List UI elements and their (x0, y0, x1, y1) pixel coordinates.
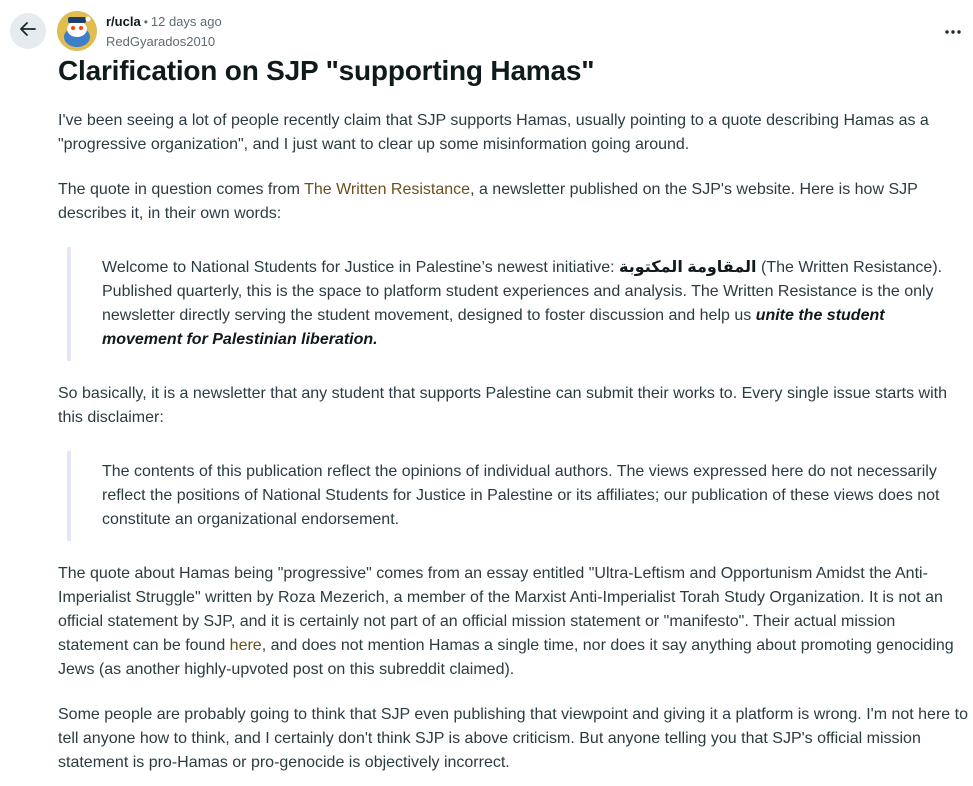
paragraph-essay: The quote about Hamas being "progressive… (58, 562, 968, 682)
paragraph-source-text-a: The quote in question comes from (58, 181, 305, 198)
more-horizontal-icon (945, 21, 961, 39)
paragraph-conclusion: Some people are probably going to think … (58, 706, 968, 771)
post-timestamp: 12 days ago (150, 14, 222, 29)
back-button[interactable] (10, 13, 46, 49)
arrow-left-icon (18, 19, 38, 44)
paragraph-source: The quote in question comes from The Wri… (58, 178, 968, 226)
blockquote-disclaimer: The contents of this publication reflect… (67, 451, 968, 541)
post-body: I've been seeing a lot of people recentl… (58, 109, 968, 786)
meta-separator: • (143, 15, 148, 29)
paragraph-intro: I've been seeing a lot of people recentl… (58, 112, 929, 153)
post-title: Clarification on SJP "supporting Hamas" (58, 55, 595, 86)
paragraph-newsletter: So basically, it is a newsletter that an… (58, 385, 947, 426)
written-resistance-link[interactable]: The Written Resistance (304, 181, 470, 198)
blockquote-description: Welcome to National Students for Justice… (67, 247, 968, 361)
more-options-button[interactable] (943, 20, 963, 40)
quote-description-text: Welcome to National Students for Justice… (102, 256, 968, 352)
quote-disclaimer-text: The contents of this publication reflect… (102, 463, 940, 528)
arabic-title: المقاومة المكتوبة (619, 259, 757, 276)
author-username[interactable]: RedGyarados2010 (106, 32, 222, 51)
user-avatar-icon[interactable] (57, 11, 97, 51)
subreddit-link[interactable]: r/ucla (106, 14, 141, 29)
post-meta: r/ucla • 12 days ago RedGyarados2010 (106, 12, 222, 51)
quote-description-a: Welcome to National Students for Justice… (102, 259, 619, 276)
mission-statement-link[interactable]: here (230, 637, 262, 654)
